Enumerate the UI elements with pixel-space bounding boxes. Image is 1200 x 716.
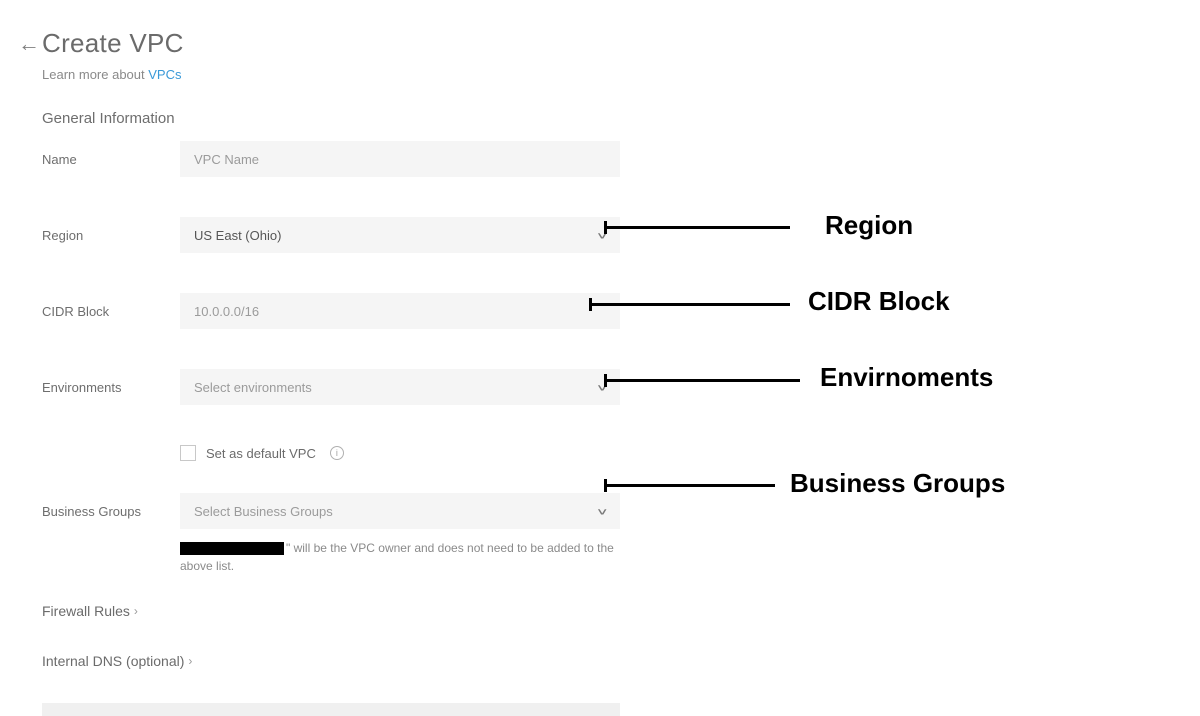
default-vpc-checkbox[interactable]	[180, 445, 196, 461]
business-groups-select[interactable]: Select Business Groups ∨	[180, 493, 620, 529]
info-icon[interactable]: i	[330, 446, 344, 460]
firewall-rules-section[interactable]: Firewall Rules ›	[18, 603, 1200, 619]
learn-more-text: Learn more about VPCs	[18, 63, 1200, 82]
chevron-right-icon: ›	[134, 604, 138, 618]
region-select[interactable]: US East (Ohio) ∨	[180, 217, 620, 253]
business-groups-placeholder: Select Business Groups	[194, 504, 333, 519]
cidr-label: CIDR Block	[42, 304, 180, 319]
default-vpc-label: Set as default VPC	[206, 446, 316, 461]
create-vpc-button[interactable]: Create VPC	[42, 703, 620, 716]
cidr-input[interactable]	[180, 293, 620, 329]
internal-dns-section[interactable]: Internal DNS (optional) ›	[18, 653, 1200, 669]
region-selected-value: US East (Ohio)	[194, 228, 281, 243]
page-title: Create VPC	[42, 28, 184, 59]
name-label: Name	[42, 152, 180, 167]
vpcs-link[interactable]: VPCs	[148, 67, 181, 82]
region-label: Region	[42, 228, 180, 243]
environments-label: Environments	[42, 380, 180, 395]
chevron-down-icon: ∨	[596, 382, 609, 392]
owner-note: " will be the VPC owner and does not nee…	[18, 539, 618, 575]
name-input[interactable]	[180, 141, 620, 177]
chevron-right-icon: ›	[188, 654, 192, 668]
section-general-information: General Information	[18, 82, 1200, 141]
redacted-owner-name	[180, 542, 284, 555]
environments-placeholder: Select environments	[194, 380, 312, 395]
chevron-down-icon: ∨	[596, 230, 609, 240]
business-groups-label: Business Groups	[42, 504, 180, 519]
internal-dns-label: Internal DNS (optional)	[42, 653, 184, 669]
environments-select[interactable]: Select environments ∨	[180, 369, 620, 405]
firewall-rules-label: Firewall Rules	[42, 603, 130, 619]
back-arrow-icon[interactable]: ←	[18, 33, 40, 55]
chevron-down-icon: ∨	[596, 506, 609, 516]
